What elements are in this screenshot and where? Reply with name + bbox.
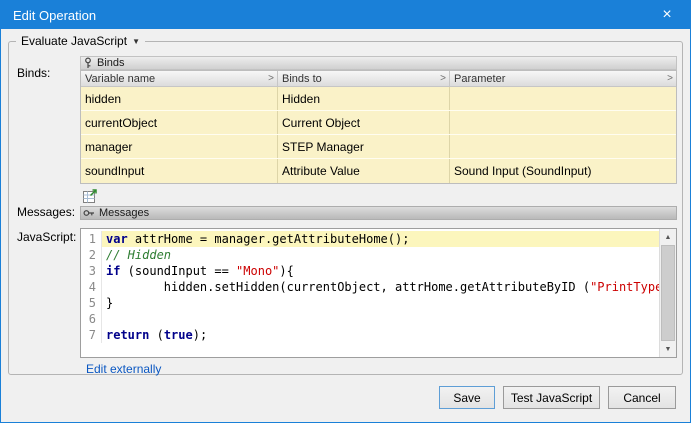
- test-javascript-button[interactable]: Test JavaScript: [503, 386, 600, 409]
- parameter-cell[interactable]: [450, 87, 676, 110]
- parameter-cell[interactable]: [450, 135, 676, 158]
- code-line[interactable]: 5}: [81, 295, 659, 311]
- code-line[interactable]: 6: [81, 311, 659, 327]
- scrollbar-thumb[interactable]: [661, 245, 675, 341]
- code-text: hidden.setHidden(currentObject, attrHome…: [102, 279, 659, 295]
- column-header[interactable]: Variable name >: [81, 71, 278, 86]
- column-header-label: Variable name: [85, 73, 155, 85]
- variable-cell[interactable]: currentObject: [81, 111, 278, 134]
- table-row[interactable]: currentObjectCurrent Object: [81, 111, 676, 135]
- code-line[interactable]: 3if (soundInput == "Mono"){: [81, 263, 659, 279]
- operation-type-dropdown[interactable]: Evaluate JavaScript ▼: [16, 34, 145, 48]
- key-icon: [83, 208, 95, 218]
- edit-externally-link[interactable]: Edit externally: [86, 362, 161, 376]
- code-text: // Hidden: [102, 247, 659, 263]
- javascript-label: JavaScript:: [17, 230, 76, 244]
- binds-to-cell[interactable]: STEP Manager: [278, 135, 450, 158]
- table-row[interactable]: hiddenHidden: [81, 87, 676, 111]
- parameter-cell[interactable]: Sound Input (SoundInput): [450, 159, 676, 183]
- line-number: 5: [81, 295, 102, 311]
- code-line[interactable]: 7return (true);: [81, 327, 659, 343]
- binds-to-cell[interactable]: Current Object: [278, 111, 450, 134]
- variable-cell[interactable]: manager: [81, 135, 278, 158]
- messages-section-title: Messages: [99, 207, 149, 219]
- code-text: [102, 311, 659, 327]
- spreadsheet-icon[interactable]: [82, 188, 98, 204]
- title-bar: Edit Operation ×: [1, 1, 690, 29]
- chevron-down-icon: ▼: [132, 37, 140, 46]
- code-text: var attrHome = manager.getAttributeHome(…: [102, 231, 659, 247]
- binds-table: Variable name > Binds to > Parameter > hidden…: [80, 70, 677, 184]
- binds-label: Binds:: [17, 66, 50, 80]
- table-row[interactable]: soundInputAttribute ValueSound Input (So…: [81, 159, 676, 183]
- code-area[interactable]: 1var attrHome = manager.getAttributeHome…: [81, 231, 659, 357]
- code-line[interactable]: 1var attrHome = manager.getAttributeHome…: [81, 231, 659, 247]
- close-button[interactable]: ×: [644, 1, 690, 29]
- scroll-up-icon: ▲: [665, 234, 672, 241]
- operation-type-label: Evaluate JavaScript: [21, 34, 127, 48]
- key-icon: [83, 57, 93, 69]
- line-number: 1: [81, 231, 102, 247]
- window-title: Edit Operation: [13, 8, 96, 23]
- close-icon: ×: [662, 6, 671, 24]
- sort-indicator-icon: >: [440, 73, 446, 84]
- code-text: return (true);: [102, 327, 659, 343]
- column-header-label: Binds to: [282, 73, 322, 85]
- messages-section-header[interactable]: Messages: [80, 206, 677, 220]
- scroll-down-button[interactable]: ▼: [660, 341, 676, 357]
- code-line[interactable]: 4 hidden.setHidden(currentObject, attrHo…: [81, 279, 659, 295]
- binds-table-header: Variable name > Binds to > Parameter >: [81, 71, 676, 87]
- parameter-cell[interactable]: [450, 111, 676, 134]
- binds-section-title: Binds: [97, 57, 125, 69]
- javascript-editor[interactable]: 1var attrHome = manager.getAttributeHome…: [80, 228, 677, 358]
- line-number: 2: [81, 247, 102, 263]
- code-text: if (soundInput == "Mono"){: [102, 263, 659, 279]
- scroll-down-icon: ▼: [665, 346, 672, 353]
- column-header-label: Parameter: [454, 73, 505, 85]
- column-header[interactable]: Parameter >: [450, 71, 676, 86]
- binds-table-body: hiddenHiddencurrentObjectCurrent Objectm…: [81, 87, 676, 183]
- code-text: }: [102, 295, 659, 311]
- binds-to-cell[interactable]: Hidden: [278, 87, 450, 110]
- dialog-buttons: Save Test JavaScript Cancel: [439, 386, 676, 409]
- scroll-up-button[interactable]: ▲: [660, 229, 676, 245]
- line-number: 4: [81, 279, 102, 295]
- sort-indicator-icon: >: [667, 73, 673, 84]
- table-row[interactable]: managerSTEP Manager: [81, 135, 676, 159]
- line-number: 7: [81, 327, 102, 343]
- messages-label: Messages:: [17, 205, 75, 219]
- variable-cell[interactable]: soundInput: [81, 159, 278, 183]
- editor-scrollbar[interactable]: ▲ ▼: [659, 229, 676, 357]
- variable-cell[interactable]: hidden: [81, 87, 278, 110]
- code-line[interactable]: 2// Hidden: [81, 247, 659, 263]
- evaluate-javascript-group: Evaluate JavaScript ▼ Binds: Binds Varia…: [8, 41, 683, 375]
- binds-to-cell[interactable]: Attribute Value: [278, 159, 450, 183]
- line-number: 3: [81, 263, 102, 279]
- column-header[interactable]: Binds to >: [278, 71, 450, 86]
- cancel-button[interactable]: Cancel: [608, 386, 676, 409]
- edit-operation-dialog: Edit Operation × Evaluate JavaScript ▼ B…: [0, 0, 691, 423]
- binds-section-header[interactable]: Binds: [80, 56, 677, 70]
- line-number: 6: [81, 311, 102, 327]
- sort-indicator-icon: >: [268, 73, 274, 84]
- save-button[interactable]: Save: [439, 386, 495, 409]
